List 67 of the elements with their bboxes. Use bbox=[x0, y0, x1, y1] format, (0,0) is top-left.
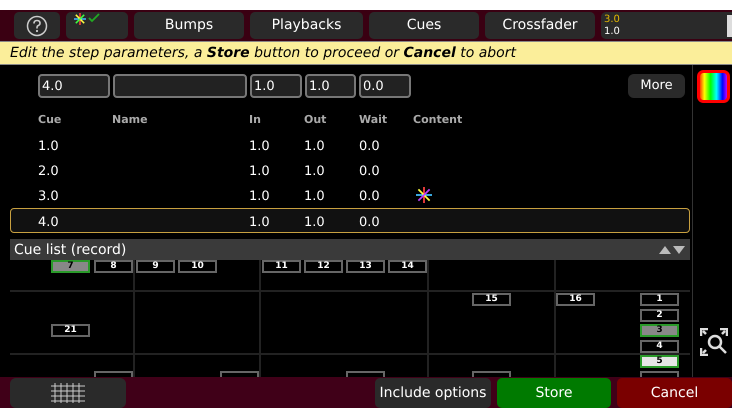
table-cell-text: 2.0 bbox=[38, 163, 59, 181]
status-button[interactable] bbox=[66, 12, 128, 39]
table-cell-text: 1.0 bbox=[249, 214, 270, 232]
column-header: Name bbox=[112, 112, 148, 128]
table-cell-text: 1.0 bbox=[304, 138, 325, 156]
fixture-box[interactable]: 11 bbox=[262, 260, 301, 273]
grid-button[interactable] bbox=[10, 378, 126, 408]
table-cell-text: 1.0 bbox=[304, 163, 325, 181]
table-cell-text: 0.0 bbox=[359, 163, 380, 181]
table-cell-text: 4.0 bbox=[38, 214, 59, 232]
selected-row[interactable]: 4.0 1.0 1.0 0.0 bbox=[10, 208, 690, 233]
fixture-box[interactable]: 16 bbox=[556, 293, 595, 306]
table-cell-text: 1.0 bbox=[249, 163, 270, 181]
table-cell-text: 1.0 bbox=[304, 214, 325, 232]
table-cell-text: 1.0 bbox=[304, 188, 325, 206]
scroll-handle[interactable] bbox=[727, 15, 732, 37]
input-field[interactable]: 0.0 bbox=[359, 74, 411, 98]
table-cell-text: 1.0 bbox=[249, 188, 270, 206]
input-field[interactable]: 1.0 bbox=[250, 74, 302, 98]
tab[interactable]: Playbacks bbox=[250, 12, 363, 39]
fixture-box[interactable]: 12 bbox=[304, 260, 343, 273]
table-cell-text: 0.0 bbox=[359, 214, 380, 232]
next-cue-label: 1.0 bbox=[604, 26, 620, 38]
fixture-box[interactable]: 15 bbox=[472, 293, 511, 306]
fixture-box[interactable]: 21 bbox=[51, 324, 90, 337]
table-cell-text: 1.0 bbox=[38, 138, 59, 156]
fixture-box[interactable]: 2 bbox=[640, 309, 679, 322]
grid-icon bbox=[49, 382, 87, 404]
fixture-box[interactable]: 5 bbox=[640, 355, 679, 368]
fixture-box[interactable]: 10 bbox=[178, 260, 217, 273]
zoom-icon[interactable] bbox=[700, 328, 728, 356]
column-header: Cue bbox=[38, 112, 62, 128]
store-button[interactable]: Store bbox=[497, 378, 611, 408]
tab[interactable]: Cues bbox=[369, 12, 479, 39]
table-cell-text: 1.0 bbox=[249, 138, 270, 156]
check-icon bbox=[88, 13, 100, 23]
help-icon bbox=[26, 14, 48, 36]
input-field[interactable] bbox=[113, 74, 247, 98]
tab[interactable]: Crossfader bbox=[485, 12, 595, 39]
cancel-button[interactable]: Cancel bbox=[617, 378, 732, 408]
fixture-box[interactable]: 13 bbox=[346, 260, 385, 273]
rainbow-icon[interactable] bbox=[697, 70, 730, 103]
table-cell-text: 0.0 bbox=[359, 138, 380, 156]
scroll-arrows-icon[interactable] bbox=[658, 244, 686, 254]
fixture-box[interactable]: 4 bbox=[640, 340, 679, 353]
column-header: Out bbox=[304, 112, 326, 128]
input-field[interactable]: 1.0 bbox=[305, 74, 356, 98]
fixture-box[interactable]: 14 bbox=[388, 260, 427, 273]
fixture-box[interactable]: 3 bbox=[640, 324, 679, 337]
panel-title: Cue list (record) bbox=[14, 242, 126, 256]
sparkle-icon bbox=[74, 13, 86, 25]
instruction-banner: Edit the step parameters, a Store button to proceed or Cancel to abort bbox=[0, 41, 732, 65]
column-header: Content bbox=[413, 112, 462, 128]
help-button[interactable] bbox=[14, 12, 60, 39]
current-cue-label: 3.0 bbox=[604, 14, 620, 26]
options-button[interactable]: Include options bbox=[375, 378, 491, 408]
tab[interactable]: Bumps bbox=[134, 12, 244, 39]
input-field[interactable]: 4.0 bbox=[38, 74, 110, 98]
fixture-box[interactable]: 9 bbox=[136, 260, 175, 273]
table-cell-text: 0.0 bbox=[359, 188, 380, 206]
fixture-box[interactable]: 8 bbox=[94, 260, 133, 273]
fixture-box[interactable]: 7 bbox=[51, 260, 90, 273]
table-cell-text: 3.0 bbox=[38, 188, 59, 206]
fixture-box[interactable]: 1 bbox=[640, 293, 679, 306]
column-header: In bbox=[249, 112, 261, 128]
more-button[interactable]: More bbox=[628, 74, 685, 98]
column-header: Wait bbox=[359, 112, 388, 128]
